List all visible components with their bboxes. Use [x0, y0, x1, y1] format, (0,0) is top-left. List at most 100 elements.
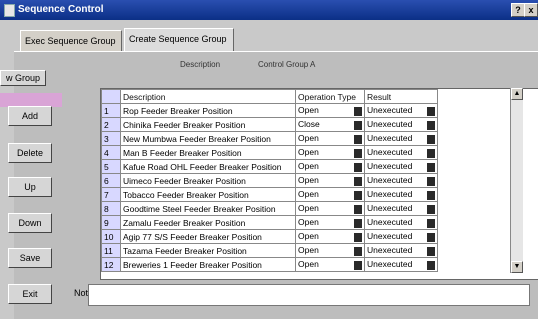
- operation-type-select[interactable]: Open: [295, 257, 365, 272]
- dropdown-arrow-icon[interactable]: [354, 135, 362, 144]
- tab-exec-sequence-group[interactable]: Exec Sequence Group: [20, 30, 122, 51]
- row-description[interactable]: Rop Feeder Breaker Position: [120, 103, 296, 118]
- result-value: Unexecuted: [367, 189, 413, 199]
- dropdown-arrow-icon[interactable]: [354, 121, 362, 130]
- dropdown-arrow-icon[interactable]: [354, 233, 362, 242]
- scroll-down-icon[interactable]: ▼: [511, 261, 523, 273]
- row-description[interactable]: New Mumbwa Feeder Breaker Position: [120, 131, 296, 146]
- dropdown-arrow-icon[interactable]: [354, 219, 362, 228]
- result-select[interactable]: Unexecuted: [364, 215, 438, 230]
- result-value: Unexecuted: [367, 161, 413, 171]
- dropdown-arrow-icon[interactable]: [427, 233, 435, 242]
- table-row[interactable]: 2 Chinika Feeder Breaker Position Close Une…: [101, 117, 438, 132]
- dropdown-arrow-icon[interactable]: [427, 135, 435, 144]
- operation-type-select[interactable]: Open: [295, 243, 365, 258]
- result-select[interactable]: Unexecuted: [364, 159, 438, 174]
- vertical-scrollbar[interactable]: ▲ ▼: [510, 88, 523, 273]
- dropdown-arrow-icon[interactable]: [427, 149, 435, 158]
- result-select[interactable]: Unexecuted: [364, 201, 438, 216]
- delete-button[interactable]: Delete: [8, 143, 52, 163]
- dropdown-arrow-icon[interactable]: [427, 219, 435, 228]
- operation-type-select[interactable]: Open: [295, 187, 365, 202]
- operation-type-value: Open: [298, 203, 319, 213]
- result-select[interactable]: Unexecuted: [364, 243, 438, 258]
- dropdown-arrow-icon[interactable]: [427, 261, 435, 270]
- dropdown-arrow-icon[interactable]: [354, 107, 362, 116]
- row-description[interactable]: Zamalu Feeder Breaker Position: [120, 215, 296, 230]
- operation-type-select[interactable]: Open: [295, 145, 365, 160]
- row-num-header: [101, 89, 121, 104]
- dropdown-arrow-icon[interactable]: [354, 205, 362, 214]
- table-row[interactable]: 3 New Mumbwa Feeder Breaker Position Open U…: [101, 131, 438, 146]
- dropdown-arrow-icon[interactable]: [427, 247, 435, 256]
- dropdown-arrow-icon[interactable]: [354, 177, 362, 186]
- row-number: 4: [101, 145, 121, 160]
- table-row[interactable]: 5 Kafue Road OHL Feeder Breaker Position O…: [101, 159, 438, 174]
- result-value: Unexecuted: [367, 245, 413, 255]
- dropdown-arrow-icon[interactable]: [427, 163, 435, 172]
- dropdown-arrow-icon[interactable]: [354, 261, 362, 270]
- row-description[interactable]: Goodtime Steel Feeder Breaker Position: [120, 201, 296, 216]
- table-row[interactable]: 12 Breweries 1 Feeder Breaker Position Ope…: [101, 257, 438, 272]
- dropdown-arrow-icon[interactable]: [354, 247, 362, 256]
- table-row[interactable]: 9 Zamalu Feeder Breaker Position Open Unexe…: [101, 215, 438, 230]
- table-row[interactable]: 6 Uimeco Feeder Breaker Position Open Unexe…: [101, 173, 438, 188]
- add-button[interactable]: Add: [8, 106, 52, 126]
- description-header[interactable]: Description: [120, 89, 296, 104]
- result-select[interactable]: Unexecuted: [364, 229, 438, 244]
- table-row[interactable]: 11 Tazama Feeder Breaker Position Open Unex…: [101, 243, 438, 258]
- exit-button[interactable]: Exit: [8, 284, 52, 304]
- dropdown-arrow-icon[interactable]: [354, 191, 362, 200]
- result-select[interactable]: Unexecuted: [364, 117, 438, 132]
- row-description[interactable]: Tazama Feeder Breaker Position: [120, 243, 296, 258]
- table-row[interactable]: 4 Man B Feeder Breaker Position Open Unexec…: [101, 145, 438, 160]
- result-select[interactable]: Unexecuted: [364, 103, 438, 118]
- operation-type-select[interactable]: Open: [295, 229, 365, 244]
- row-description[interactable]: Uimeco Feeder Breaker Position: [120, 173, 296, 188]
- dropdown-arrow-icon[interactable]: [427, 107, 435, 116]
- dropdown-arrow-icon[interactable]: [354, 149, 362, 158]
- operation-type-header[interactable]: Operation Type: [295, 89, 365, 104]
- tab-create-sequence-group[interactable]: Create Sequence Group: [124, 28, 234, 52]
- dropdown-arrow-icon[interactable]: [427, 121, 435, 130]
- help-button[interactable]: ?: [511, 3, 525, 17]
- table-row[interactable]: 7 Tobacco Feeder Breaker Position Open Unex…: [101, 187, 438, 202]
- row-number: 5: [101, 159, 121, 174]
- note-input[interactable]: [88, 284, 530, 306]
- result-select[interactable]: Unexecuted: [364, 187, 438, 202]
- result-select[interactable]: Unexecuted: [364, 131, 438, 146]
- table-row[interactable]: 8 Goodtime Steel Feeder Breaker Position O…: [101, 201, 438, 216]
- close-button[interactable]: x: [524, 3, 538, 17]
- row-description[interactable]: Chinika Feeder Breaker Position: [120, 117, 296, 132]
- save-button[interactable]: Save: [8, 248, 52, 268]
- dropdown-arrow-icon[interactable]: [427, 191, 435, 200]
- table-row[interactable]: 1 Rop Feeder Breaker Position Open Unexecut…: [101, 103, 438, 118]
- row-description[interactable]: Man B Feeder Breaker Position: [120, 145, 296, 160]
- operation-type-select[interactable]: Open: [295, 173, 365, 188]
- group-button[interactable]: w Group: [0, 70, 46, 86]
- scroll-up-icon[interactable]: ▲: [511, 88, 523, 100]
- operation-type-select[interactable]: Open: [295, 215, 365, 230]
- row-number: 7: [101, 187, 121, 202]
- dropdown-arrow-icon[interactable]: [427, 177, 435, 186]
- result-select[interactable]: Unexecuted: [364, 173, 438, 188]
- result-header[interactable]: Result: [364, 89, 438, 104]
- row-description[interactable]: Tobacco Feeder Breaker Position: [120, 187, 296, 202]
- down-button[interactable]: Down: [8, 213, 52, 233]
- result-select[interactable]: Unexecuted: [364, 145, 438, 160]
- result-select[interactable]: Unexecuted: [364, 257, 438, 272]
- dropdown-arrow-icon[interactable]: [427, 205, 435, 214]
- sequence-table-container: Description Operation Type Result 1 Rop F…: [100, 88, 538, 280]
- up-button[interactable]: Up: [8, 177, 52, 197]
- operation-type-select[interactable]: Open: [295, 103, 365, 118]
- operation-type-select[interactable]: Open: [295, 131, 365, 146]
- table-row[interactable]: 10 Agip 77 S/S Feeder Breaker Position Ope…: [101, 229, 438, 244]
- dropdown-arrow-icon[interactable]: [354, 163, 362, 172]
- row-description[interactable]: Breweries 1 Feeder Breaker Position: [120, 257, 296, 272]
- row-description[interactable]: Kafue Road OHL Feeder Breaker Position: [120, 159, 296, 174]
- row-number: 9: [101, 215, 121, 230]
- row-description[interactable]: Agip 77 S/S Feeder Breaker Position: [120, 229, 296, 244]
- operation-type-select[interactable]: Open: [295, 201, 365, 216]
- operation-type-select[interactable]: Open: [295, 159, 365, 174]
- operation-type-select[interactable]: Close: [295, 117, 365, 132]
